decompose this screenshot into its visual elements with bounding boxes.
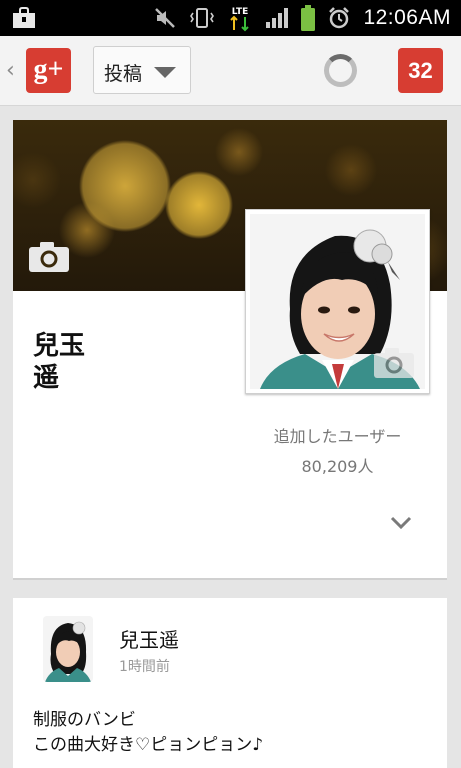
- camera-icon[interactable]: [28, 241, 70, 273]
- chevron-down-icon[interactable]: [390, 516, 412, 530]
- camera-icon[interactable]: [373, 347, 415, 379]
- profile-name-line1: 兒玉: [33, 331, 86, 361]
- post-author[interactable]: 兒玉遥: [119, 624, 179, 653]
- post-card[interactable]: 兒玉遥 1時間前 制服のバンビ この曲大好き♡ピョンピョン♪: [13, 598, 447, 768]
- signal-icon: [266, 8, 289, 28]
- post-text-line: この曲大好き♡ピョンピョン♪: [33, 735, 264, 755]
- status-bar: LTE 12:06AM: [0, 0, 461, 36]
- profile-photo[interactable]: [245, 209, 430, 394]
- avatar-image: [43, 616, 93, 682]
- post-author-avatar[interactable]: [43, 616, 93, 682]
- google-plus-logo-text: g+: [33, 54, 64, 85]
- notification-count: 32: [408, 58, 433, 83]
- battery-icon: [301, 5, 316, 31]
- profile-name: 兒玉 遥: [33, 330, 153, 394]
- alarm-icon: [329, 7, 350, 29]
- google-plus-logo[interactable]: g+: [26, 48, 71, 93]
- followers-label: 追加したユーザー: [273, 427, 402, 446]
- post-text-line: 制服のバンビ: [33, 710, 136, 730]
- mute-icon: [155, 8, 176, 28]
- post-timestamp: 1時間前: [119, 659, 170, 675]
- lte-icon: LTE: [230, 7, 250, 32]
- view-spinner-label: 投稿: [104, 63, 143, 85]
- profile-card: 兒玉 遥 追加したユーザー 80,209人: [13, 120, 447, 580]
- avatar: [250, 214, 425, 389]
- shopping-bag-icon: [13, 7, 35, 28]
- vibrate-icon: [190, 8, 215, 28]
- status-time: 12:06AM: [363, 6, 451, 29]
- profile-name-line2: 遥: [33, 363, 60, 393]
- followers-count: 80,209人: [301, 457, 374, 476]
- back-caret-icon[interactable]: ‹: [6, 58, 15, 83]
- action-bar: ‹ g+ 投稿 32: [0, 36, 461, 106]
- loading-spinner-icon: [324, 54, 357, 87]
- chevron-down-icon: [154, 67, 176, 78]
- status-icons: LTE 12:06AM: [153, 0, 451, 36]
- svg-text:LTE: LTE: [232, 7, 249, 17]
- notifications-button[interactable]: 32: [398, 48, 443, 93]
- view-spinner[interactable]: 投稿: [93, 46, 191, 94]
